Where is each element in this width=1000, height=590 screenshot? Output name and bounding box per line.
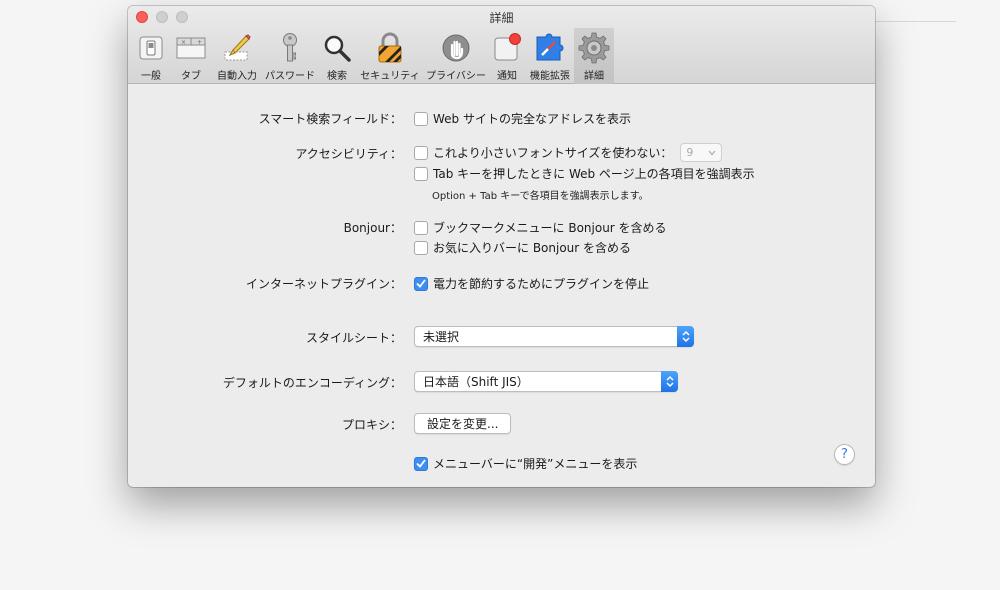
tab-search[interactable]: 検索	[318, 28, 356, 84]
padlock-icon	[374, 32, 406, 64]
plugins-label: インターネットプラグイン：	[245, 277, 402, 291]
bonjour-bookmarks-option[interactable]: ブックマークメニューに Bonjour を含める	[414, 219, 667, 236]
background-divider	[875, 21, 956, 22]
full-address-text: Web サイトの完全なアドレスを表示	[433, 112, 631, 126]
notification-icon	[491, 32, 523, 64]
general-switch-icon	[135, 32, 167, 64]
tab-security[interactable]: セキュリティ	[356, 28, 424, 84]
tab-passwords[interactable]: パスワード	[262, 28, 318, 84]
bonjour-favorites-checkbox[interactable]	[414, 240, 428, 255]
tabs-icon: × +	[175, 32, 207, 64]
tab-tabs-label: タブ	[181, 71, 201, 82]
tab-passwords-label: パスワード	[265, 71, 315, 82]
bonjour-label: Bonjour：	[343, 221, 402, 235]
bonjour-bookmarks-text: ブックマークメニューに Bonjour を含める	[433, 221, 667, 235]
min-font-option[interactable]: これより小さいフォントサイズを使わない： 9	[414, 143, 723, 162]
checkmark-icon	[416, 279, 426, 288]
updown-arrows-icon	[661, 371, 678, 392]
bonjour-favorites-text: お気に入りバーに Bonjour を含める	[433, 241, 632, 255]
key-icon	[274, 32, 306, 64]
stylesheet-select[interactable]: 未選択	[414, 326, 694, 347]
svg-text:×: ×	[181, 39, 186, 46]
window-title: 詳細	[489, 11, 514, 25]
min-font-size-select[interactable]: 9	[680, 143, 723, 162]
tab-notifications-label: 通知	[497, 71, 517, 82]
stop-plugins-text: 電力を節約するためにプラグインを停止	[433, 277, 650, 291]
tab-highlight-hint: Option + Tab キーで各項目を強調表示します。	[432, 191, 649, 202]
tab-extensions-label: 機能拡張	[530, 71, 570, 82]
tab-privacy-label: プライバシー	[426, 71, 486, 82]
change-proxy-button[interactable]: 設定を変更...	[414, 413, 512, 434]
tab-autofill[interactable]: 自動入力	[212, 28, 262, 84]
tab-highlight-option[interactable]: Tab キーを押したときに Web ページ上の各項目を強調表示	[414, 165, 755, 182]
checkmark-icon	[416, 459, 426, 468]
stop-plugins-option[interactable]: 電力を節約するためにプラグインを停止	[414, 275, 649, 292]
puzzle-compass-icon	[534, 32, 566, 64]
full-address-option[interactable]: Web サイトの完全なアドレスを表示	[414, 110, 631, 127]
tab-autofill-label: 自動入力	[217, 71, 257, 82]
stylesheet-label: スタイルシート：	[305, 331, 402, 345]
bonjour-bookmarks-checkbox[interactable]	[414, 220, 428, 235]
min-font-checkbox[interactable]	[414, 145, 428, 160]
encoding-select[interactable]: 日本語（Shift JIS）	[414, 371, 678, 392]
preferences-toolbar: 一般 × + タブ 自動入力 パスワード 検索 セキュリティ プライバシー 通知…	[132, 28, 614, 84]
updown-arrows-icon	[677, 326, 694, 347]
stop-plugins-checkbox[interactable]	[414, 276, 428, 291]
develop-menu-text: メニューバーに“開発”メニューを表示	[433, 457, 638, 471]
develop-menu-option[interactable]: メニューバーに“開発”メニューを表示	[414, 455, 637, 472]
tab-highlight-text: Tab キーを押したときに Web ページ上の各項目を強調表示	[433, 167, 755, 181]
min-font-size-value: 9	[686, 146, 694, 159]
hand-icon	[440, 32, 472, 64]
min-font-text: これより小さいフォントサイズを使わない：	[433, 146, 673, 160]
preferences-window: 詳細 一般 × + タブ 自動入力 パスワード 検索 セキュリティ プライバシー…	[128, 6, 875, 487]
tab-security-label: セキュリティ	[360, 71, 420, 82]
bonjour-favorites-option[interactable]: お気に入りバーに Bonjour を含める	[414, 239, 631, 256]
svg-text:+: +	[197, 39, 202, 46]
proxy-label: プロキシ：	[341, 418, 402, 432]
gear-icon	[578, 32, 610, 64]
pencil-icon	[221, 32, 253, 64]
tab-advanced[interactable]: 詳細	[574, 28, 614, 84]
tab-general[interactable]: 一般	[132, 28, 170, 84]
tab-advanced-label: 詳細	[584, 71, 604, 82]
stylesheet-value: 未選択	[423, 330, 460, 344]
develop-menu-checkbox[interactable]	[414, 456, 428, 471]
tab-search-label: 検索	[327, 71, 347, 82]
full-address-checkbox[interactable]	[414, 111, 428, 126]
smart-search-label: スマート検索フィールド：	[258, 112, 402, 126]
tab-extensions[interactable]: 機能拡張	[526, 28, 574, 84]
encoding-label: デフォルトのエンコーディング：	[222, 376, 402, 390]
chevron-down-icon	[708, 150, 716, 155]
tab-privacy[interactable]: プライバシー	[424, 28, 488, 84]
magnifier-icon	[321, 32, 353, 64]
tab-notifications[interactable]: 通知	[488, 28, 526, 84]
advanced-settings-panel: スマート検索フィールド： Web サイトの完全なアドレスを表示 アクセシビリティ…	[128, 85, 875, 487]
accessibility-label: アクセシビリティ：	[295, 147, 402, 161]
encoding-value: 日本語（Shift JIS）	[423, 375, 529, 389]
tab-general-label: 一般	[141, 71, 161, 82]
titlebar: 詳細 一般 × + タブ 自動入力 パスワード 検索 セキュリティ プライバシー…	[128, 6, 875, 84]
tab-highlight-checkbox[interactable]	[414, 166, 428, 181]
tab-tabs[interactable]: × + タブ	[170, 28, 212, 84]
help-button[interactable]: ?	[834, 444, 855, 465]
